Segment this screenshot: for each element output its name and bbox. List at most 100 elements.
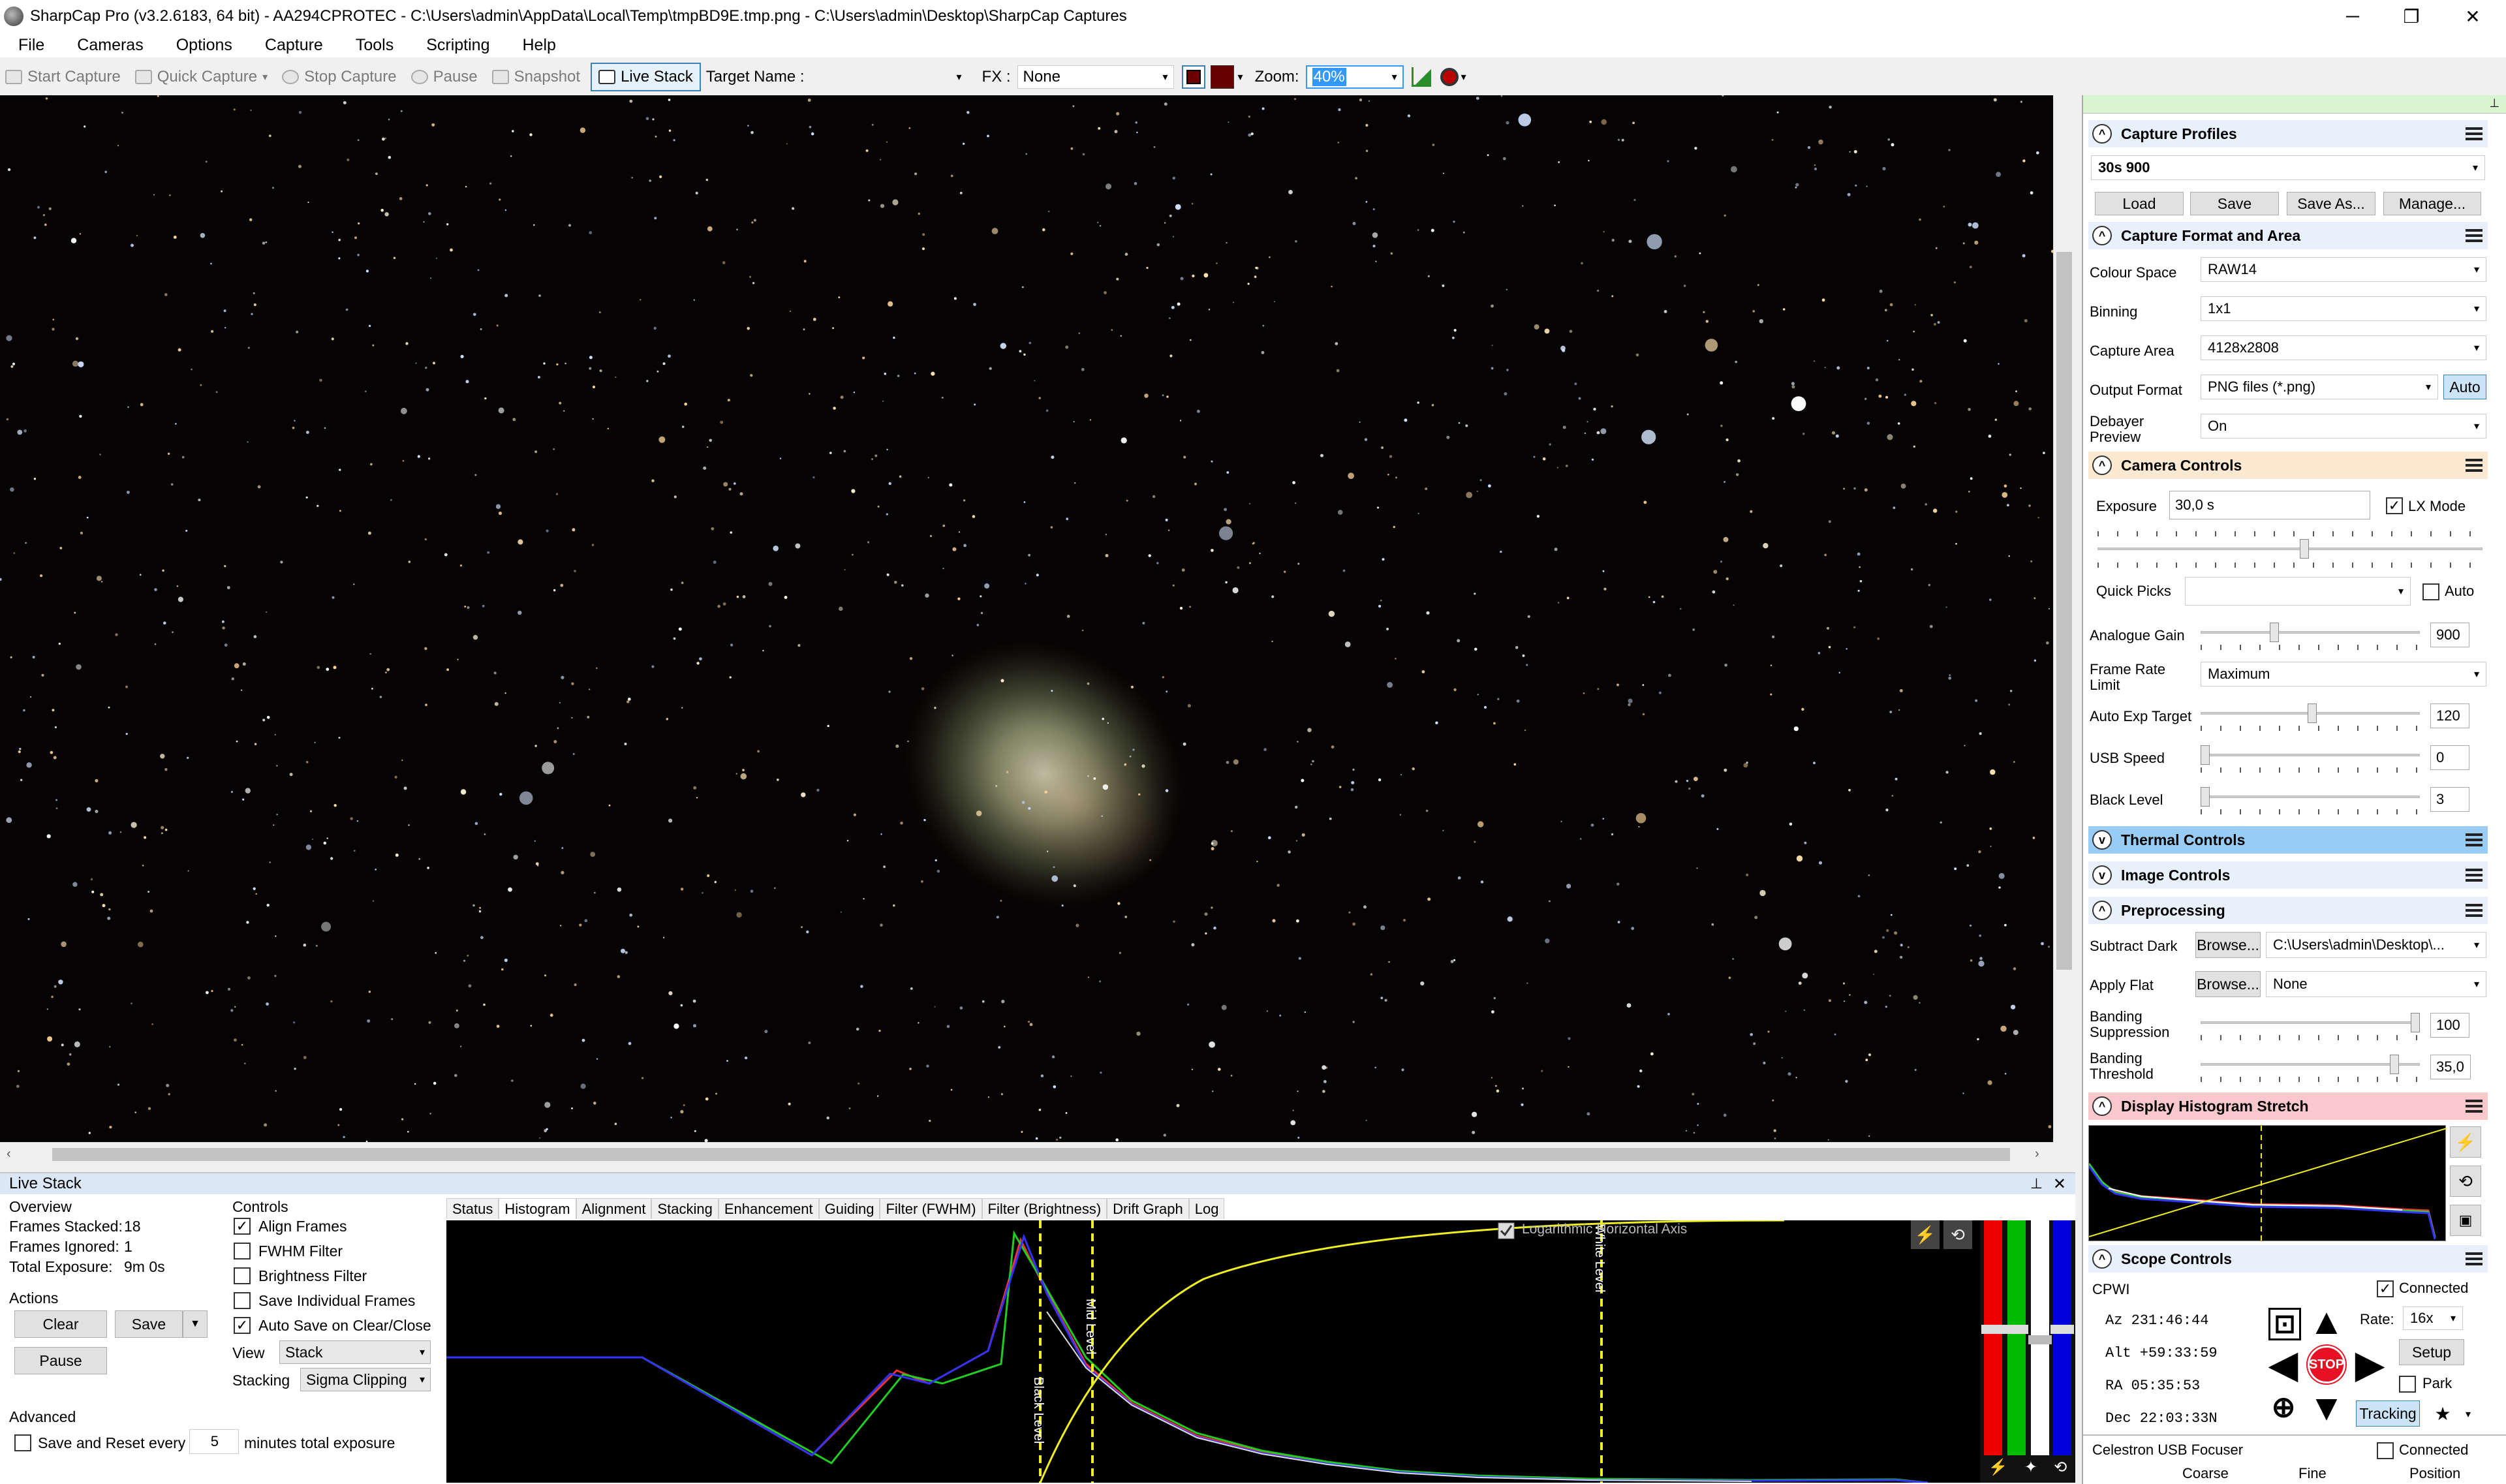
- clear-button[interactable]: Clear: [14, 1310, 107, 1338]
- menu-scripting[interactable]: Scripting: [408, 36, 504, 55]
- reticle-button[interactable]: [1210, 65, 1234, 89]
- menu-help[interactable]: Help: [504, 36, 570, 55]
- section-menu-icon[interactable]: [2466, 229, 2483, 242]
- north-arrow-button[interactable]: ▲: [2308, 1303, 2345, 1340]
- undo-icon[interactable]: ⟲: [2054, 1458, 2067, 1483]
- stop-capture-button[interactable]: Stop Capture: [282, 68, 397, 86]
- black-level-slider[interactable]: [2201, 787, 2420, 807]
- tab-stacking[interactable]: Stacking: [651, 1198, 719, 1219]
- thermal-controls-header[interactable]: v Thermal Controls: [2088, 826, 2488, 854]
- rate-select[interactable]: 16x ▾: [2403, 1306, 2463, 1330]
- histogram-view[interactable]: Black Level Mid Level White Level Logari…: [446, 1220, 2075, 1483]
- manage-profiles-button[interactable]: Manage...: [2383, 192, 2481, 215]
- exposure-slider[interactable]: [2097, 539, 2483, 559]
- color-swatch-button[interactable]: [1181, 65, 1205, 89]
- auto-stretch-icon[interactable]: ⚡: [1911, 1220, 1940, 1249]
- pin-icon[interactable]: ⊥: [2030, 1175, 2043, 1192]
- camera-controls-header[interactable]: ^ Camera Controls: [2088, 452, 2488, 479]
- menu-tools[interactable]: Tools: [337, 36, 408, 55]
- focuser-connected-checkbox[interactable]: [2377, 1442, 2394, 1459]
- capture-area-select[interactable]: 4128x2808 ▾: [2201, 335, 2486, 360]
- live-stack-button[interactable]: Live Stack: [591, 63, 701, 91]
- menu-capture[interactable]: Capture: [247, 36, 337, 55]
- save-individual-checkbox[interactable]: [234, 1292, 251, 1309]
- output-format-select[interactable]: PNG files (*.png) ▾: [2201, 375, 2438, 399]
- subtract-dark-select[interactable]: C:\Users\admin\Desktop\... ▾: [2266, 932, 2486, 958]
- zoom-tool-dropdown-icon[interactable]: ▾: [1461, 70, 1466, 84]
- quick-capture-button[interactable]: Quick Capture ▾: [134, 68, 268, 86]
- horizontal-scrollbar[interactable]: ‹ ›: [0, 1142, 2053, 1166]
- tab-filter-brightness[interactable]: Filter (Brightness): [982, 1198, 1107, 1219]
- pause-stack-button[interactable]: Pause: [14, 1347, 107, 1374]
- display-stretch-histogram[interactable]: [2088, 1125, 2447, 1242]
- capture-profile-select[interactable]: 30s 900 ▾: [2091, 155, 2485, 180]
- menu-file[interactable]: File: [0, 36, 59, 55]
- save-as-profile-button[interactable]: Save As...: [2287, 192, 2375, 215]
- reset-stretch-button[interactable]: ⟲: [2450, 1166, 2481, 1197]
- preprocessing-header[interactable]: ^ Preprocessing: [2088, 897, 2488, 924]
- capture-format-header[interactable]: ^ Capture Format and Area: [2088, 222, 2488, 249]
- frame-rate-select[interactable]: Maximum ▾: [2201, 662, 2486, 687]
- panel-pin-icon[interactable]: ⊥: [2489, 97, 2499, 110]
- image-display[interactable]: [0, 95, 2053, 1142]
- goto-icon[interactable]: ⊡: [2268, 1308, 2301, 1340]
- quick-picks-auto-checkbox[interactable]: [2422, 583, 2439, 600]
- banding-threshold-input[interactable]: 35,0: [2430, 1055, 2471, 1079]
- scope-controls-header[interactable]: ^ Scope Controls: [2088, 1245, 2488, 1273]
- colour-space-select[interactable]: RAW14 ▾: [2201, 257, 2486, 282]
- exposure-input[interactable]: 30,0 s: [2169, 491, 2370, 519]
- sparkle-icon[interactable]: ✦: [2024, 1458, 2037, 1483]
- debayer-preview-select[interactable]: On ▾: [2201, 414, 2486, 439]
- bolt-icon[interactable]: ⚡: [1988, 1458, 2008, 1483]
- snapshot-button[interactable]: Snapshot: [491, 68, 580, 86]
- tab-alignment[interactable]: Alignment: [576, 1198, 652, 1219]
- minimize-button[interactable]: ─: [2323, 0, 2382, 33]
- save-reset-checkbox[interactable]: [14, 1434, 31, 1451]
- analogue-gain-slider[interactable]: [2201, 623, 2420, 642]
- histogram-icon[interactable]: [1411, 67, 1431, 87]
- menu-options[interactable]: Options: [158, 36, 247, 55]
- banding-suppression-input[interactable]: 100: [2430, 1013, 2469, 1038]
- tab-status[interactable]: Status: [446, 1198, 499, 1219]
- usb-speed-slider[interactable]: [2201, 745, 2420, 765]
- fwhm-filter-checkbox[interactable]: [234, 1243, 251, 1260]
- section-menu-icon[interactable]: [2466, 1252, 2483, 1265]
- save-reset-input[interactable]: 5: [189, 1429, 239, 1454]
- image-controls-header[interactable]: v Image Controls: [2088, 861, 2488, 889]
- crosshair-icon[interactable]: ⊕: [2265, 1389, 2302, 1427]
- save-profile-button[interactable]: Save: [2190, 192, 2279, 215]
- tab-guiding[interactable]: Guiding: [818, 1198, 880, 1219]
- section-menu-icon[interactable]: [2466, 869, 2483, 882]
- zoom-select[interactable]: 40% ▾: [1305, 65, 1404, 89]
- auto-exp-target-slider[interactable]: [2201, 703, 2420, 723]
- stop-button[interactable]: STOP: [2308, 1346, 2345, 1384]
- park-checkbox[interactable]: [2399, 1376, 2416, 1393]
- quick-picks-select[interactable]: ▾: [2185, 577, 2411, 606]
- tab-histogram[interactable]: Histogram: [499, 1198, 576, 1219]
- reticle-dropdown-icon[interactable]: ▾: [1238, 70, 1243, 84]
- south-arrow-button[interactable]: ▼: [2308, 1389, 2345, 1427]
- browse-flat-button[interactable]: Browse...: [2195, 971, 2261, 997]
- save-dropdown-icon[interactable]: ▼: [183, 1310, 208, 1338]
- start-capture-button[interactable]: Start Capture: [5, 68, 121, 86]
- load-profile-button[interactable]: Load: [2095, 192, 2184, 215]
- menu-cameras[interactable]: Cameras: [59, 36, 157, 55]
- tab-filter-fwhm[interactable]: Filter (FWHM): [880, 1198, 982, 1219]
- tracking-button[interactable]: Tracking: [2356, 1400, 2420, 1427]
- vertical-scrollbar[interactable]: [2053, 95, 2075, 1142]
- channel-sliders[interactable]: ⚡ ✦ ⟲: [1980, 1220, 2075, 1483]
- section-menu-icon[interactable]: [2466, 127, 2483, 140]
- reset-stretch-icon[interactable]: ⟲: [1943, 1220, 1972, 1249]
- log-axis-checkbox[interactable]: [1498, 1222, 1518, 1241]
- close-panel-icon[interactable]: ✕: [2053, 1175, 2066, 1194]
- capture-profiles-header[interactable]: ^ Capture Profiles: [2088, 120, 2488, 147]
- banding-suppression-slider[interactable]: [2201, 1013, 2420, 1032]
- banding-threshold-slider[interactable]: [2201, 1055, 2420, 1074]
- star-icon[interactable]: ★: [2426, 1400, 2459, 1427]
- section-menu-icon[interactable]: [2466, 1100, 2483, 1113]
- section-menu-icon[interactable]: [2466, 833, 2483, 846]
- section-menu-icon[interactable]: [2466, 904, 2483, 917]
- save-button[interactable]: Save: [115, 1310, 183, 1338]
- apply-flat-select[interactable]: None ▾: [2266, 971, 2486, 997]
- fx-select[interactable]: None ▾: [1017, 65, 1174, 89]
